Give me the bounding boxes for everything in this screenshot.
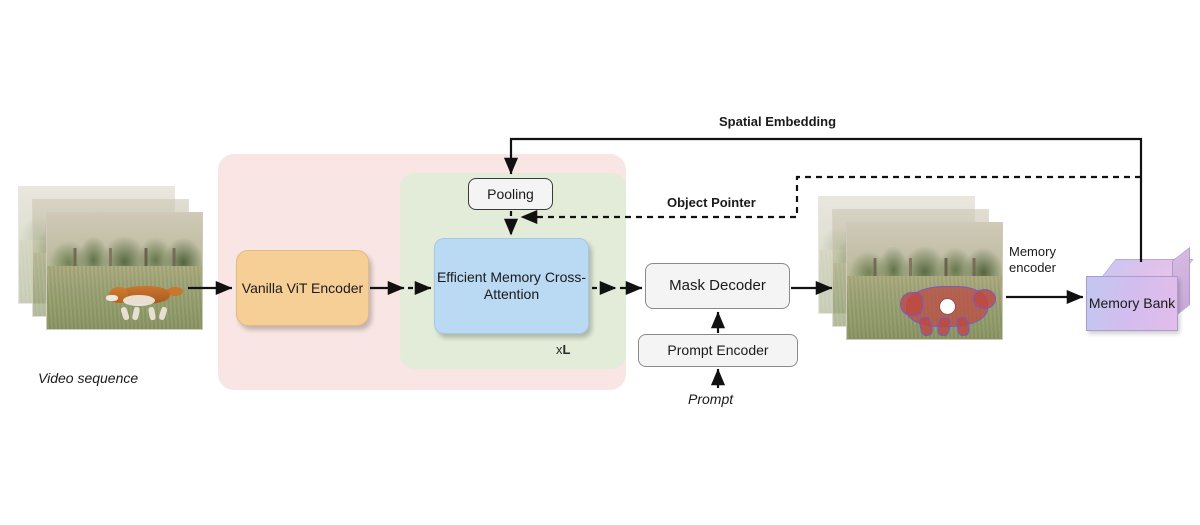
video-frame-front bbox=[46, 212, 203, 330]
object-pointer-label: Object Pointer bbox=[667, 195, 756, 210]
spatial-embedding-label: Spatial Embedding bbox=[719, 114, 837, 129]
output-mask-sequence bbox=[818, 196, 1018, 356]
dog-subject bbox=[106, 280, 184, 321]
prompt-encoder-block[interactable]: Prompt Encoder bbox=[638, 334, 798, 367]
prompt-label: Prompt bbox=[688, 391, 734, 407]
repeat-count: L bbox=[562, 342, 571, 357]
vanilla-vit-encoder-block[interactable]: Vanilla ViT Encoder bbox=[236, 250, 369, 326]
pooling-block[interactable]: Pooling bbox=[468, 178, 553, 210]
memory-bank-label: Memory Bank bbox=[1086, 276, 1178, 331]
output-frame-front bbox=[846, 222, 1003, 340]
repeat-count-label: xL bbox=[556, 342, 570, 357]
memory-bank-block[interactable]: Memory Bank bbox=[1086, 246, 1194, 335]
diagram-canvas: xL Video sequence Vanilla ViT Encoder Po… bbox=[0, 0, 1200, 525]
video-sequence-label: Video sequence bbox=[38, 370, 139, 386]
input-video-sequence bbox=[18, 186, 218, 346]
point-prompt-marker bbox=[940, 299, 956, 315]
memory-encoder-label: Memory encoder bbox=[1009, 244, 1056, 276]
efficient-memory-cross-attention-block[interactable]: Efficient Memory Cross-Attention bbox=[434, 238, 589, 334]
mask-decoder-block[interactable]: Mask Decoder bbox=[645, 263, 790, 309]
segmentation-mask bbox=[899, 285, 996, 338]
